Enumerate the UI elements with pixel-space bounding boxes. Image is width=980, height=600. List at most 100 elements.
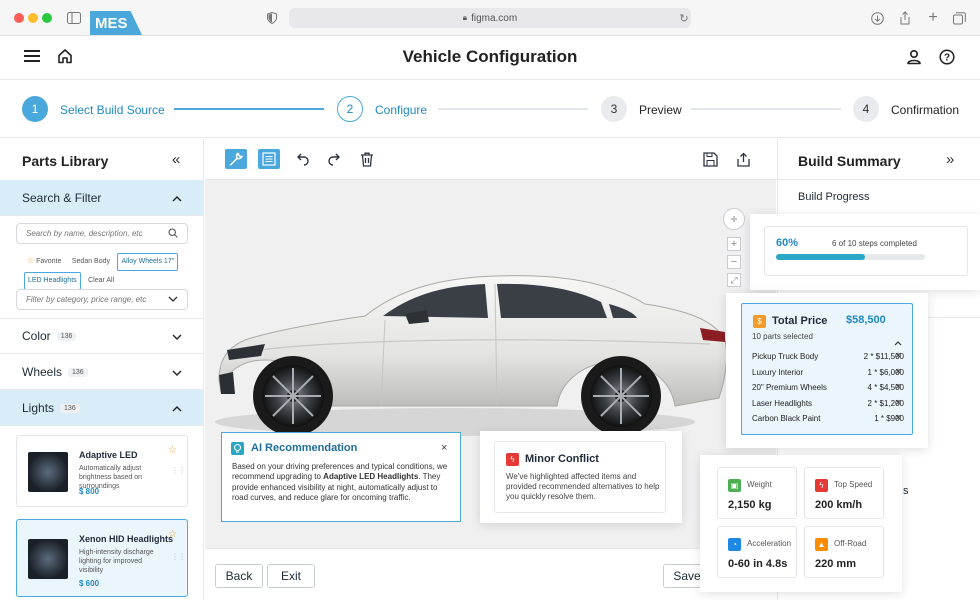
parts-library-title: Parts Library <box>22 153 109 169</box>
new-tab-icon[interactable]: + <box>925 9 941 26</box>
bottom-action-bar: Back Exit Save <box>205 548 776 600</box>
count-badge: 136 <box>56 332 77 342</box>
total-price-value: $58,500 <box>846 314 886 326</box>
url-text: figma.com <box>471 12 518 24</box>
download-icon[interactable] <box>869 10 885 26</box>
search-filter-accordion[interactable]: Search & Filter <box>0 180 203 216</box>
zoom-out-icon[interactable]: − <box>727 255 741 269</box>
step-2-label[interactable]: Configure <box>375 103 427 117</box>
truncated-text: s <box>903 485 909 497</box>
drag-handle-icon[interactable]: ⋮⋮ <box>171 466 186 475</box>
step-1-circle[interactable]: 1 <box>22 96 48 122</box>
export-icon[interactable] <box>732 149 754 169</box>
close-icon[interactable]: × <box>441 442 447 454</box>
part-name: Xenon HID Headlights <box>79 534 174 544</box>
undo-icon[interactable] <box>292 149 314 169</box>
build-progress-label: Build Progress <box>798 191 870 203</box>
address-bar[interactable]: 🔒︎ figma.com <box>289 8 691 28</box>
redo-icon[interactable] <box>323 149 345 169</box>
wrench-tool-icon[interactable] <box>225 149 247 169</box>
dollar-icon: $ <box>753 315 766 328</box>
reload-icon[interactable]: ↻ <box>676 10 692 26</box>
part-card-adaptive-led[interactable]: Adaptive LED Automatically adjust bright… <box>16 435 188 507</box>
drag-handle-icon[interactable]: ⋮⋮ <box>171 552 186 561</box>
stat-value: 200 km/h <box>815 499 863 511</box>
remove-item-icon[interactable]: × <box>895 350 901 362</box>
favorite-star-icon[interactable]: ☆ <box>168 529 177 540</box>
price-line-item: Pickup Truck Body 2 * $11,500 <box>752 352 904 361</box>
remove-item-icon[interactable]: × <box>895 366 901 378</box>
step-2-circle[interactable]: 2 <box>337 96 363 122</box>
collapse-right-icon[interactable]: » <box>946 151 954 168</box>
acceleration-icon: ◔ <box>728 538 741 551</box>
remove-item-icon[interactable]: × <box>895 381 901 393</box>
chip-sedan-body[interactable]: Sedan Body <box>69 254 113 270</box>
fullscreen-icon[interactable]: ⤢ <box>727 273 741 287</box>
sidebar-toggle-icon[interactable] <box>66 10 82 26</box>
count-badge: 136 <box>68 367 88 377</box>
category-color[interactable]: Color 136 <box>0 318 203 354</box>
maximize-window-dot[interactable] <box>42 13 52 23</box>
step-4-circle[interactable]: 4 <box>853 96 879 122</box>
trash-icon[interactable] <box>356 149 378 169</box>
stat-tile: ▣ Weight 2,150 kg <box>717 467 797 519</box>
stat-label: Off-Road <box>834 539 867 548</box>
step-3-label[interactable]: Preview <box>639 103 682 117</box>
count-badge: 136 <box>60 403 80 413</box>
stat-tile: ϟ Top Speed 200 km/h <box>804 467 884 519</box>
save-icon[interactable] <box>699 149 721 169</box>
favorite-star-icon[interactable]: ☆ <box>168 445 177 456</box>
part-thumbnail <box>28 539 68 579</box>
stat-label: Top Speed <box>834 480 873 489</box>
list-view-icon[interactable] <box>258 149 280 169</box>
remove-item-icon[interactable]: × <box>895 397 901 409</box>
ai-title: AI Recommendation <box>251 442 358 454</box>
total-price-title: Total Price <box>772 315 828 327</box>
help-icon[interactable]: ? <box>939 49 955 70</box>
chip-favorite[interactable]: ☆ Favorite <box>24 253 64 270</box>
step-connector <box>691 108 841 110</box>
weight-icon: ▣ <box>728 479 741 492</box>
category-lights[interactable]: Lights 136 <box>0 390 203 426</box>
stat-tile: ▲ Off-Road 220 mm <box>804 526 884 578</box>
zoom-in-icon[interactable]: + <box>727 237 741 251</box>
page-title: Vehicle Configuration <box>402 47 578 66</box>
step-4-label[interactable]: Confirmation <box>891 103 959 117</box>
ai-text: Based on your driving preferences and ty… <box>232 462 448 503</box>
close-window-dot[interactable] <box>14 13 24 23</box>
search-input[interactable]: Search by name, description, etc <box>16 223 188 244</box>
line-item-name: Carbon Black Paint <box>752 414 821 424</box>
chip-led-headlights[interactable]: LED Headlights <box>24 272 81 290</box>
exit-button[interactable]: Exit <box>267 564 315 588</box>
chevron-up-icon[interactable] <box>894 333 902 351</box>
step-3-circle[interactable]: 3 <box>601 96 627 122</box>
chip-alloy-wheels[interactable]: Alloy Wheels 17" <box>117 253 179 271</box>
lightbulb-icon <box>231 442 244 455</box>
price-line-item: 20" Premium Wheels 4 * $4,500 <box>752 383 904 392</box>
progress-track <box>776 254 925 260</box>
ai-recommendation-card: AI Recommendation × Based on your drivin… <box>221 432 461 522</box>
category-label: Color <box>22 329 51 343</box>
collapse-left-icon[interactable]: « <box>172 151 180 168</box>
canvas-toolbar <box>205 139 776 180</box>
share-icon[interactable] <box>897 10 913 26</box>
step-1-label[interactable]: Select Build Source <box>60 103 165 117</box>
minimize-window-dot[interactable] <box>28 13 38 23</box>
minor-conflict-card: ϟ Minor Conflict We've highlighted affec… <box>480 431 682 523</box>
price-line-item: Laser Headlights 2 * $1,200 <box>752 399 904 408</box>
clear-all-link[interactable]: Clear All <box>85 273 117 289</box>
tab-overview-icon[interactable] <box>951 10 967 26</box>
user-icon[interactable] <box>906 49 922 70</box>
shield-icon[interactable] <box>264 10 280 26</box>
chevron-down-icon <box>172 365 182 379</box>
part-name: Adaptive LED <box>79 450 138 460</box>
category-wheels[interactable]: Wheels 136 <box>0 354 203 390</box>
remove-item-icon[interactable]: × <box>895 412 901 424</box>
price-line-item: Luxury Interior 1 * $6,000 <box>752 368 904 377</box>
filter-dropdown[interactable]: Filter by category, price range, etc <box>16 289 188 310</box>
back-button[interactable]: Back <box>215 564 263 588</box>
filter-placeholder: Filter by category, price range, etc <box>26 295 147 304</box>
line-item-name: Laser Headlights <box>752 398 813 408</box>
part-card-xenon-hid[interactable]: Xenon HID Headlights High-intensity disc… <box>16 519 188 597</box>
pan-control-icon[interactable]: ✛ <box>723 208 745 230</box>
